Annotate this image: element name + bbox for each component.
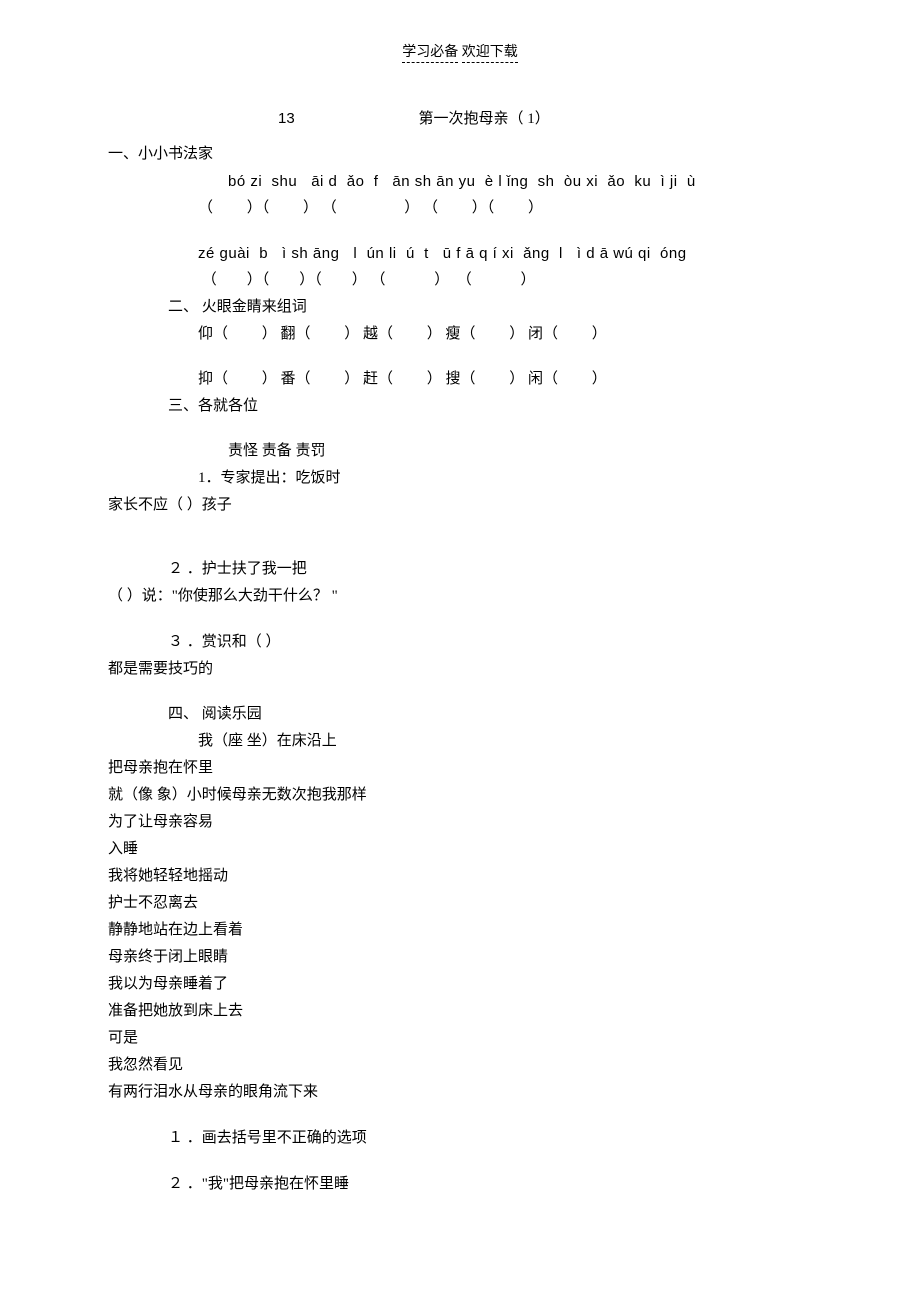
blanks-row-1: （ ）（ ） （ ） （ ）（ ） <box>198 195 812 222</box>
q3-3a: ３ ．赏识和（ ） <box>168 628 812 656</box>
q3-2-text: ．护士扶了我一把 <box>187 561 307 577</box>
q3-2-num: ２ <box>168 560 183 577</box>
passage-line-2: 就（像 象）小时候母亲无数次抱我那样 <box>108 782 812 809</box>
header-left: 学习必备 <box>402 45 458 63</box>
sec4-q1-num: １ <box>168 1129 183 1146</box>
q3-3b: 都是需要技巧的 <box>108 656 812 683</box>
passage-line-6: 护士不忍离去 <box>108 890 812 917</box>
passage-line-3: 为了让母亲容易 <box>108 809 812 836</box>
sec4-q1-text: ．画去括号里不正确的选项 <box>187 1130 367 1146</box>
passage-line-0: 我（座 坐）在床沿上 <box>198 728 812 755</box>
pinyin-row-1: bó zi shu āi d ǎo f ān sh ān yu è l ǐng … <box>228 168 812 195</box>
passage-line-11: 可是 <box>108 1025 812 1052</box>
lesson-title: 第一次抱母亲（ 1） <box>418 111 549 127</box>
blanks-row-2: （ ）（ ）（ ） （ ） （ ） <box>198 267 812 294</box>
section-2-heading: 二、 火眼金睛来组词 <box>168 294 812 321</box>
word-bank: 责怪 责备 责罚 <box>228 438 812 465</box>
section-3-heading: 三、各就各位 <box>168 393 812 420</box>
pinyin-row-2: zé ɡuài b ì sh ānɡ l ún li ú t ū f ā q í… <box>198 240 812 267</box>
section-4-heading: 四、 阅读乐园 <box>168 701 812 728</box>
q3-3-text: ．赏识和（ ） <box>187 634 281 650</box>
lesson-number: 13 <box>278 110 295 127</box>
q3-1a: 1．专家提出：吃饭时 <box>198 465 812 492</box>
passage-line-12: 我忽然看见 <box>108 1052 812 1079</box>
header-right: 欢迎下载 <box>462 45 518 63</box>
passage-line-13: 有两行泪水从母亲的眼角流下来 <box>108 1079 812 1106</box>
sec4-q2-num: ２ <box>168 1175 183 1192</box>
sec4-q1: １ ．画去括号里不正确的选项 <box>168 1124 812 1152</box>
zuci-row-1: 仰（ ） 翻（ ） 越（ ） 瘦（ ） 闭（ ） <box>198 321 812 348</box>
zuci-row-2: 抑（ ） 番（ ） 赶（ ） 搜（ ） 闲（ ） <box>198 366 812 393</box>
passage-line-4: 入睡 <box>108 836 812 863</box>
passage-line-9: 我以为母亲睡着了 <box>108 971 812 998</box>
passage-line-10: 准备把她放到床上去 <box>108 998 812 1025</box>
q3-2a: ２ ．护士扶了我一把 <box>168 555 812 583</box>
sec4-q2: ２ ．"我"把母亲抱在怀里睡 <box>168 1170 812 1198</box>
q3-1b: 家长不应（ ）孩子 <box>108 492 812 519</box>
passage-line-5: 我将她轻轻地摇动 <box>108 863 812 890</box>
q3-2b: （ ）说："你使那么大劲干什么？ " <box>108 583 812 610</box>
document-page: 学习必备 欢迎下载 13 第一次抱母亲（ 1） 一、小小书法家 bó zi sh… <box>0 0 920 1258</box>
passage-line-1: 把母亲抱在怀里 <box>108 755 812 782</box>
passage-line-7: 静静地站在边上看着 <box>108 917 812 944</box>
section-1-heading: 一、小小书法家 <box>108 141 812 168</box>
page-header: 学习必备 欢迎下载 <box>108 40 812 65</box>
q3-3-num: ３ <box>168 633 183 650</box>
sec4-q2-text: ．"我"把母亲抱在怀里睡 <box>187 1176 349 1192</box>
passage-line-8: 母亲终于闭上眼睛 <box>108 944 812 971</box>
title-row: 13 第一次抱母亲（ 1） <box>278 105 812 133</box>
